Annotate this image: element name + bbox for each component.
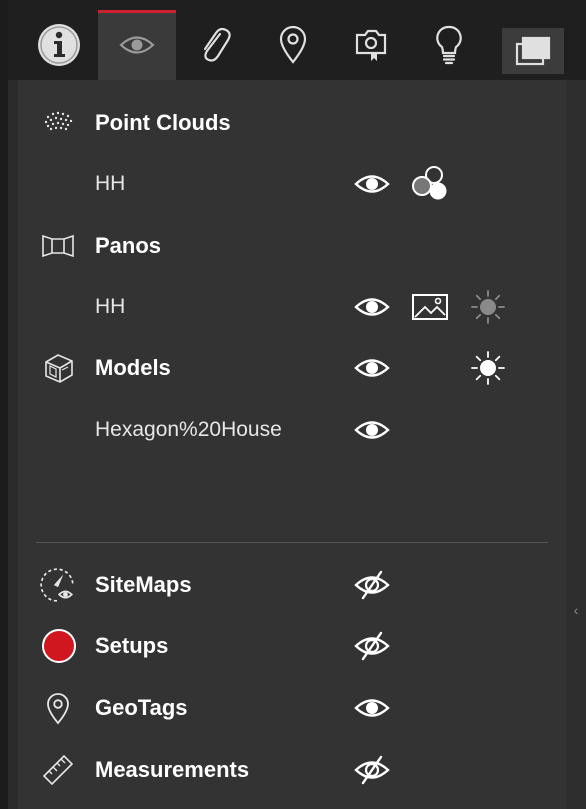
sitemap-compass-icon	[40, 568, 74, 602]
layer-item[interactable]: Hexagon%20House	[18, 410, 566, 450]
eye-icon	[354, 359, 390, 377]
brightness-button[interactable]	[462, 287, 514, 327]
brightness-button[interactable]	[462, 348, 514, 388]
panorama-icon	[42, 234, 74, 258]
group-geotags[interactable]: GeoTags	[18, 688, 566, 728]
eye-off-icon	[354, 631, 390, 661]
eye-icon	[354, 421, 390, 439]
group-label: Measurements	[95, 757, 250, 782]
group-panos[interactable]: Panos	[18, 226, 566, 266]
visibility-toggle[interactable]	[350, 754, 394, 786]
layer-item[interactable]: HH	[18, 287, 566, 327]
point-cloud-icon	[44, 111, 73, 131]
eye-icon	[354, 175, 390, 193]
visibility-toggle[interactable]	[350, 692, 394, 724]
color-mode-button[interactable]	[408, 164, 452, 204]
info-icon	[38, 24, 80, 66]
tab-info[interactable]	[20, 10, 98, 80]
model-cube-icon	[45, 354, 73, 383]
sun-dim-icon	[471, 290, 505, 324]
eye-icon	[354, 699, 390, 717]
group-label: Setups	[95, 633, 169, 658]
location-pin-icon	[279, 25, 307, 64]
visibility-toggle[interactable]	[350, 630, 394, 662]
side-strip	[566, 80, 586, 809]
tab-visibility[interactable]	[98, 10, 176, 80]
tab-attachments[interactable]	[176, 10, 254, 80]
layer-item-label: Hexagon%20House	[95, 418, 282, 441]
group-label: Panos	[95, 233, 162, 258]
group-measurements[interactable]: Measurements	[18, 750, 566, 790]
paperclip-icon	[203, 27, 231, 62]
visibility-toggle[interactable]	[350, 291, 394, 323]
eye-off-icon	[354, 570, 390, 600]
setup-dot-icon	[42, 629, 76, 663]
tab-locations[interactable]	[254, 10, 332, 80]
color-mode-icon	[412, 166, 447, 200]
eye-icon	[119, 36, 155, 54]
visibility-toggle[interactable]	[350, 352, 394, 384]
visibility-toggle[interactable]	[350, 569, 394, 601]
group-setups[interactable]: Setups	[18, 626, 566, 666]
group-point-clouds[interactable]: Point Clouds	[18, 103, 566, 143]
layer-item-label: HH	[95, 295, 126, 318]
group-models[interactable]: Models	[18, 348, 566, 388]
visibility-toggle[interactable]	[350, 168, 394, 200]
lightbulb-icon	[436, 25, 462, 65]
group-label: Models	[95, 355, 171, 380]
window-overlay-icon	[515, 36, 551, 66]
visibility-toggle[interactable]	[350, 414, 394, 446]
camera-bookmark-icon	[355, 29, 387, 61]
ruler-icon	[42, 754, 74, 786]
toolbar	[8, 0, 586, 80]
sun-icon	[471, 351, 505, 385]
group-label: GeoTags	[95, 695, 188, 720]
divider	[36, 542, 548, 543]
collapse-arrow-icon[interactable]: ‹	[571, 600, 581, 620]
tab-snapshots[interactable]	[332, 10, 410, 80]
image-button[interactable]	[408, 291, 452, 323]
image-icon	[412, 294, 448, 320]
group-label: SiteMaps	[95, 572, 192, 597]
layers-panel: Point Clouds HH Panos HH Models Hexagon%…	[18, 80, 566, 809]
tab-overlay[interactable]	[502, 28, 564, 74]
tab-lighting[interactable]	[410, 10, 488, 80]
eye-icon	[354, 298, 390, 316]
group-label: Point Clouds	[95, 110, 231, 135]
eye-off-icon	[354, 755, 390, 785]
group-sitemaps[interactable]: SiteMaps	[18, 565, 566, 605]
window-frame-edge	[0, 0, 8, 809]
geotag-pin-icon	[47, 693, 69, 725]
layer-item[interactable]: HH	[18, 164, 566, 204]
layer-item-label: HH	[95, 172, 126, 195]
